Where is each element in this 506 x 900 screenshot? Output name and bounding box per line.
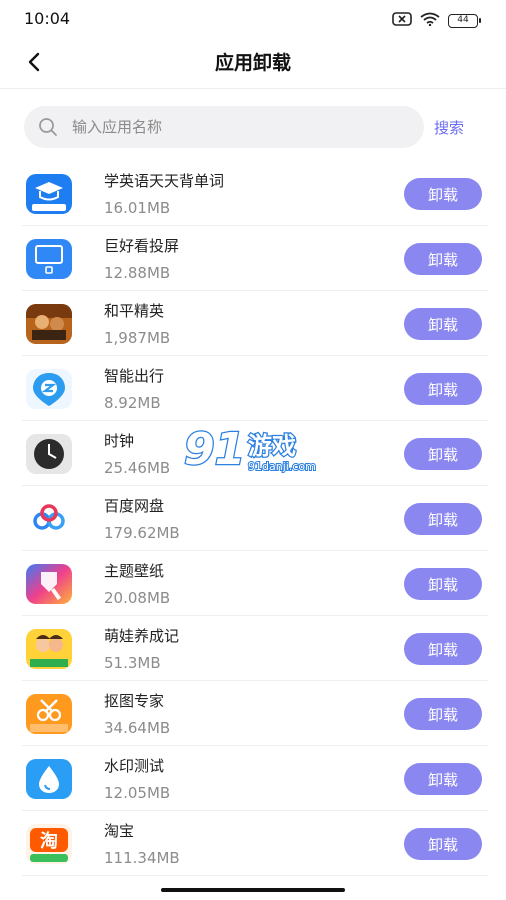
- app-row: 巨好看投屏 12.88MB 卸载: [0, 226, 506, 291]
- app-name: 智能出行: [104, 367, 165, 385]
- nav-bar: 应用卸载: [0, 38, 506, 86]
- app-size: 12.88MB: [104, 264, 171, 282]
- status-bar: 10:04 44: [0, 0, 506, 38]
- app-row: 淘 淘宝 111.34MB 卸载: [0, 811, 506, 876]
- wifi-icon: [420, 11, 440, 30]
- app-size: 179.62MB: [104, 524, 180, 542]
- uninstall-button[interactable]: 卸载: [404, 828, 482, 860]
- app-name: 主题壁纸: [104, 562, 165, 580]
- uninstall-button[interactable]: 卸载: [404, 503, 482, 535]
- watermark-number: 91: [184, 424, 245, 475]
- app-row: 和平精英 1,987MB 卸载: [0, 291, 506, 356]
- app-size: 12.05MB: [104, 784, 171, 802]
- uninstall-button[interactable]: 卸载: [404, 178, 482, 210]
- cloud-drive-icon: [26, 499, 72, 539]
- watermark-text: 游戏: [248, 432, 296, 460]
- app-size: 25.46MB: [104, 459, 171, 477]
- game-icon: [26, 304, 72, 344]
- taobao-icon: 淘: [26, 824, 72, 864]
- watermark-url: 91danji.com: [248, 460, 316, 473]
- app-row: 百度网盘 179.62MB 卸载: [0, 486, 506, 551]
- status-icons: 44: [392, 11, 481, 30]
- uninstall-button[interactable]: 卸载: [404, 568, 482, 600]
- baby-icon: [26, 629, 72, 669]
- status-time: 10:04: [24, 9, 71, 28]
- uninstall-button[interactable]: 卸载: [404, 763, 482, 795]
- uninstall-button[interactable]: 卸载: [404, 373, 482, 405]
- search-icon: [39, 118, 57, 136]
- app-row: 主题壁纸 20.08MB 卸载: [0, 551, 506, 616]
- app-size: 1,987MB: [104, 329, 171, 347]
- app-name: 时钟: [104, 432, 135, 450]
- svg-text:淘: 淘: [40, 830, 58, 852]
- battery-icon: 44: [448, 13, 481, 28]
- uninstall-button[interactable]: 卸载: [404, 438, 482, 470]
- page-title: 应用卸载: [214, 52, 291, 74]
- search-button[interactable]: 搜索: [434, 117, 464, 138]
- app-name: 和平精英: [104, 302, 165, 320]
- book-cap-icon: [26, 174, 72, 214]
- app-name: 抠图专家: [104, 692, 165, 710]
- clock-icon: [26, 434, 72, 474]
- app-name: 淘宝: [104, 822, 135, 840]
- header-divider: [0, 88, 506, 89]
- app-name: 百度网盘: [104, 497, 165, 515]
- app-row: 水印测试 12.05MB 卸载: [0, 746, 506, 811]
- app-row: 抠图专家 34.64MB 卸载: [0, 681, 506, 746]
- app-row: 学英语天天背单词 16.01MB 卸载: [0, 161, 506, 226]
- app-size: 34.64MB: [104, 719, 171, 737]
- app-name: 学英语天天背单词: [104, 172, 225, 190]
- uninstall-button[interactable]: 卸载: [404, 308, 482, 340]
- location-z-icon: [26, 369, 72, 409]
- app-name: 萌娃养成记: [104, 627, 180, 645]
- scissors-icon: [26, 694, 72, 734]
- app-size: 20.08MB: [104, 589, 171, 607]
- app-row: 萌娃养成记 51.3MB 卸载: [0, 616, 506, 681]
- theme-brush-icon: [26, 564, 72, 604]
- app-name: 水印测试: [104, 757, 165, 775]
- no-sim-icon: [392, 11, 412, 30]
- search-input[interactable]: [72, 118, 372, 136]
- app-size: 8.92MB: [104, 394, 161, 412]
- uninstall-button[interactable]: 卸载: [404, 633, 482, 665]
- watermark: 91 游戏 91danji.com: [182, 423, 324, 477]
- app-size: 111.34MB: [104, 849, 180, 867]
- app-size: 16.01MB: [104, 199, 171, 217]
- app-size: 51.3MB: [104, 654, 161, 672]
- home-indicator[interactable]: [161, 888, 345, 892]
- uninstall-button[interactable]: 卸载: [404, 243, 482, 275]
- uninstall-button[interactable]: 卸载: [404, 698, 482, 730]
- app-name: 巨好看投屏: [104, 237, 180, 255]
- app-row: 智能出行 8.92MB 卸载: [0, 356, 506, 421]
- water-drop-icon: [26, 759, 72, 799]
- search-box[interactable]: [24, 106, 424, 148]
- search-row: 搜索: [0, 106, 506, 148]
- app-list: 学英语天天背单词 16.01MB 卸载 巨好看投屏 12.88MB 卸载 和平精英 1,987…: [0, 161, 506, 876]
- screen-cast-icon: [26, 239, 72, 279]
